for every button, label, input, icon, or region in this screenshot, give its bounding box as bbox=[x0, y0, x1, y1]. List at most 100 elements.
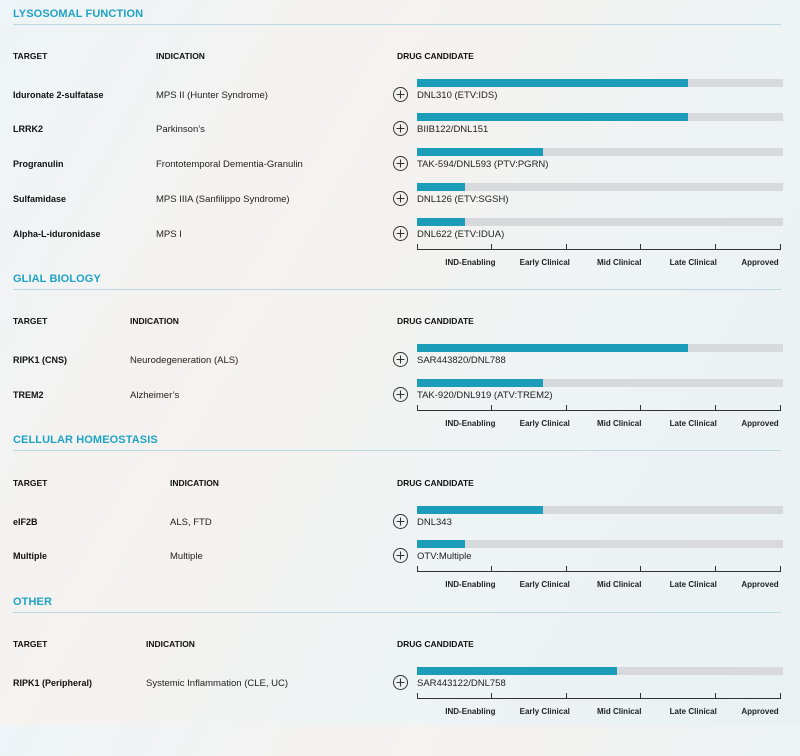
progress-fill bbox=[417, 506, 543, 514]
axis-tick bbox=[566, 566, 567, 572]
axis-tick bbox=[640, 405, 641, 411]
expand-button[interactable] bbox=[393, 191, 408, 206]
axis-tick bbox=[491, 244, 492, 250]
axis-tick bbox=[566, 244, 567, 250]
target-name: TREM2 bbox=[13, 390, 44, 400]
stage-label: Late Clinical bbox=[669, 419, 717, 428]
section-divider bbox=[13, 612, 781, 613]
stage-label: Approved bbox=[741, 580, 779, 589]
progress-track bbox=[417, 148, 783, 156]
column-header-indication: INDICATION bbox=[156, 51, 205, 61]
expand-button[interactable] bbox=[393, 87, 408, 102]
stage-label: Mid Clinical bbox=[596, 580, 642, 589]
section-divider bbox=[13, 289, 781, 290]
axis-tick bbox=[491, 566, 492, 572]
stage-label: Early Clinical bbox=[519, 580, 570, 589]
plus-icon bbox=[396, 390, 405, 399]
progress-track bbox=[417, 113, 783, 121]
progress-fill bbox=[417, 218, 465, 226]
drug-candidate-name: SAR443820/DNL788 bbox=[417, 355, 506, 366]
progress-fill bbox=[417, 183, 465, 191]
drug-candidate-name: SAR443122/DNL758 bbox=[417, 678, 506, 689]
target-name: Sulfamidase bbox=[13, 194, 67, 204]
axis-tick bbox=[417, 244, 418, 250]
plus-icon bbox=[396, 551, 405, 560]
drug-candidate-name: TAK-594/DNL593 (PTV:PGRN) bbox=[417, 159, 549, 170]
progress-fill bbox=[417, 379, 543, 387]
expand-button[interactable] bbox=[393, 352, 408, 367]
axis-tick bbox=[715, 566, 716, 572]
expand-button[interactable] bbox=[393, 387, 408, 402]
plus-icon bbox=[396, 678, 405, 687]
progress-fill bbox=[417, 79, 688, 87]
stage-label: Early Clinical bbox=[519, 707, 570, 716]
stage-label: IND-Enabling bbox=[445, 258, 496, 267]
section-divider bbox=[13, 24, 781, 25]
expand-button[interactable] bbox=[393, 156, 408, 171]
stage-label: Approved bbox=[741, 707, 779, 716]
drug-candidate-name: BIIB122/DNL151 bbox=[417, 124, 489, 135]
target-name: Iduronate 2-sulfatase bbox=[13, 90, 104, 100]
pipeline-section: CELLULAR HOMEOSTASIS TARGET INDICATION DRUG… bbox=[0, 434, 800, 594]
target-name: eIF2B bbox=[13, 517, 38, 527]
indication-name: Frontotemporal Dementia-Granulin bbox=[156, 159, 303, 170]
column-header-drug-candidate: DRUG CANDIDATE bbox=[397, 51, 474, 61]
axis-tick bbox=[566, 693, 567, 699]
stage-axis bbox=[417, 566, 781, 572]
target-name: RIPK1 (CNS) bbox=[13, 355, 68, 365]
target-name: LRRK2 bbox=[13, 124, 44, 134]
section-title: OTHER bbox=[13, 596, 52, 608]
stage-label: IND-Enabling bbox=[445, 707, 496, 716]
axis-tick bbox=[417, 693, 418, 699]
axis-tick bbox=[491, 405, 492, 411]
axis-tick bbox=[715, 405, 716, 411]
stage-label: IND-Enabling bbox=[445, 419, 496, 428]
progress-fill bbox=[417, 113, 688, 121]
stage-label: Early Clinical bbox=[519, 258, 570, 267]
expand-button[interactable] bbox=[393, 514, 408, 529]
column-header-drug-candidate: DRUG CANDIDATE bbox=[397, 639, 474, 649]
plus-icon bbox=[396, 517, 405, 526]
axis-tick bbox=[417, 405, 418, 411]
stage-label: Late Clinical bbox=[669, 258, 717, 267]
progress-track bbox=[417, 183, 783, 191]
indication-name: MPS II (Hunter Syndrome) bbox=[156, 90, 268, 101]
axis-tick bbox=[566, 405, 567, 411]
pipeline-page: LYSOSOMAL FUNCTION TARGET INDICATION DRUG C… bbox=[0, 0, 800, 726]
stage-label: Late Clinical bbox=[669, 580, 717, 589]
progress-track bbox=[417, 667, 783, 675]
indication-name: Multiple bbox=[170, 551, 203, 562]
axis-tick bbox=[640, 566, 641, 572]
axis-tick bbox=[780, 693, 781, 699]
expand-button[interactable] bbox=[393, 548, 408, 563]
column-header-target: TARGET bbox=[13, 51, 48, 61]
drug-candidate-name: TAK-920/DNL919 (ATV:TREM2) bbox=[417, 390, 553, 401]
target-name: Multiple bbox=[13, 551, 47, 561]
expand-button[interactable] bbox=[393, 675, 408, 690]
plus-icon bbox=[396, 355, 405, 364]
axis-tick bbox=[780, 566, 781, 572]
target-name: RIPK1 (Peripheral) bbox=[13, 678, 93, 688]
column-header-target: TARGET bbox=[13, 478, 48, 488]
section-title: LYSOSOMAL FUNCTION bbox=[13, 8, 144, 20]
axis-tick bbox=[715, 244, 716, 250]
expand-button[interactable] bbox=[393, 226, 408, 241]
drug-candidate-name: DNL310 (ETV:IDS) bbox=[417, 90, 498, 101]
indication-name: Neurodegeneration (ALS) bbox=[130, 355, 239, 366]
plus-icon bbox=[396, 194, 405, 203]
column-header-target: TARGET bbox=[13, 639, 48, 649]
progress-fill bbox=[417, 540, 465, 548]
expand-button[interactable] bbox=[393, 121, 408, 136]
plus-icon bbox=[396, 159, 405, 168]
stage-label: IND-Enabling bbox=[445, 580, 496, 589]
drug-candidate-name: OTV:Multiple bbox=[417, 551, 472, 562]
column-header-indication: INDICATION bbox=[130, 316, 179, 326]
stage-axis bbox=[417, 244, 781, 250]
progress-track bbox=[417, 79, 783, 87]
indication-name: Systemic Inflammation (CLE, UC) bbox=[146, 678, 289, 689]
column-header-drug-candidate: DRUG CANDIDATE bbox=[397, 316, 474, 326]
progress-track bbox=[417, 218, 783, 226]
progress-track bbox=[417, 506, 783, 514]
stage-label: Early Clinical bbox=[519, 419, 570, 428]
stage-label: Mid Clinical bbox=[596, 258, 642, 267]
